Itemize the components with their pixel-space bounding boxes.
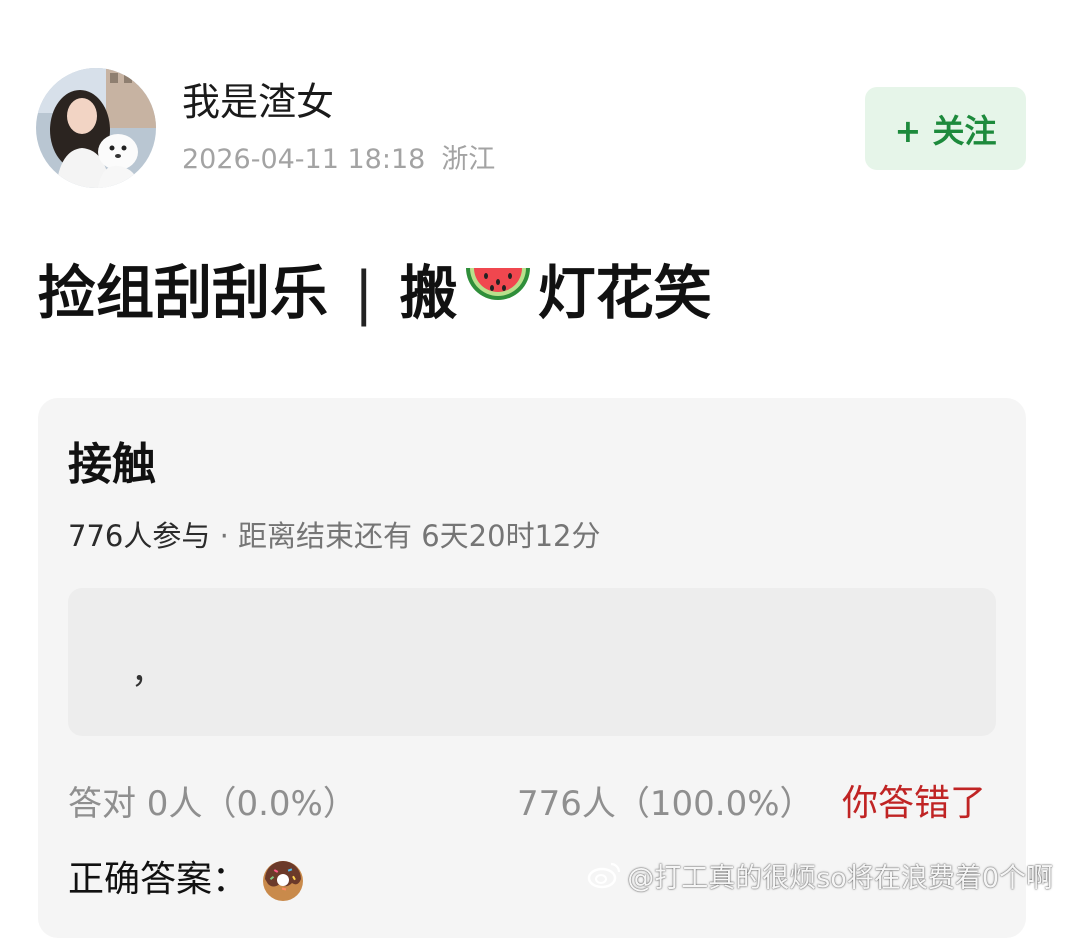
poll-deadline: 距离结束还有 6天20时12分 [238,519,601,553]
weibo-icon [587,862,621,889]
post-title-prefix: 搬 [399,259,458,327]
post-timestamp: 2026-04-11 18:18 [182,144,426,175]
follow-button[interactable]: + 关注 [865,87,1026,170]
wrong-stat: 776人（100.0%） [517,784,814,824]
post-title-left: 捡组刮刮乐 [38,259,329,327]
watermark-text: @打工真的很烦so将在浪费着0个啊 [627,862,1053,894]
donut-icon [260,857,306,903]
post-meta: 2026-04-11 18:18 浙江 [182,140,495,180]
poll-option[interactable] [68,588,996,736]
follow-label: + 关注 [894,111,997,150]
correct-stat: 答对 0人（0.0%） [68,784,357,824]
avatar[interactable] [36,68,156,188]
correct-answer: 正确答案： [68,856,306,904]
poll-option-text: ， [131,652,165,692]
watermelon-icon [462,260,534,326]
avatar-image [36,68,156,188]
title-separator: | [354,259,374,327]
post-title-suffix: 灯花笑 [537,259,712,327]
poll-title: 接触 [68,439,156,490]
poll-participants: 776人参与 [68,519,211,553]
correct-answer-label: 正确答案： [68,859,249,900]
watermark: @打工真的很烦so将在浪费着0个啊 [581,856,1063,894]
post-title: 捡组刮刮乐 | 搬 灯花笑 [38,253,712,333]
post-location: 浙江 [441,144,496,175]
poll-meta: 776人参与 · 距离结束还有 6天20时12分 [68,515,601,557]
poll-meta-dot: · [219,519,229,553]
author-name[interactable]: 我是渣女 [182,78,334,126]
result-label: 你答错了 [842,783,987,824]
